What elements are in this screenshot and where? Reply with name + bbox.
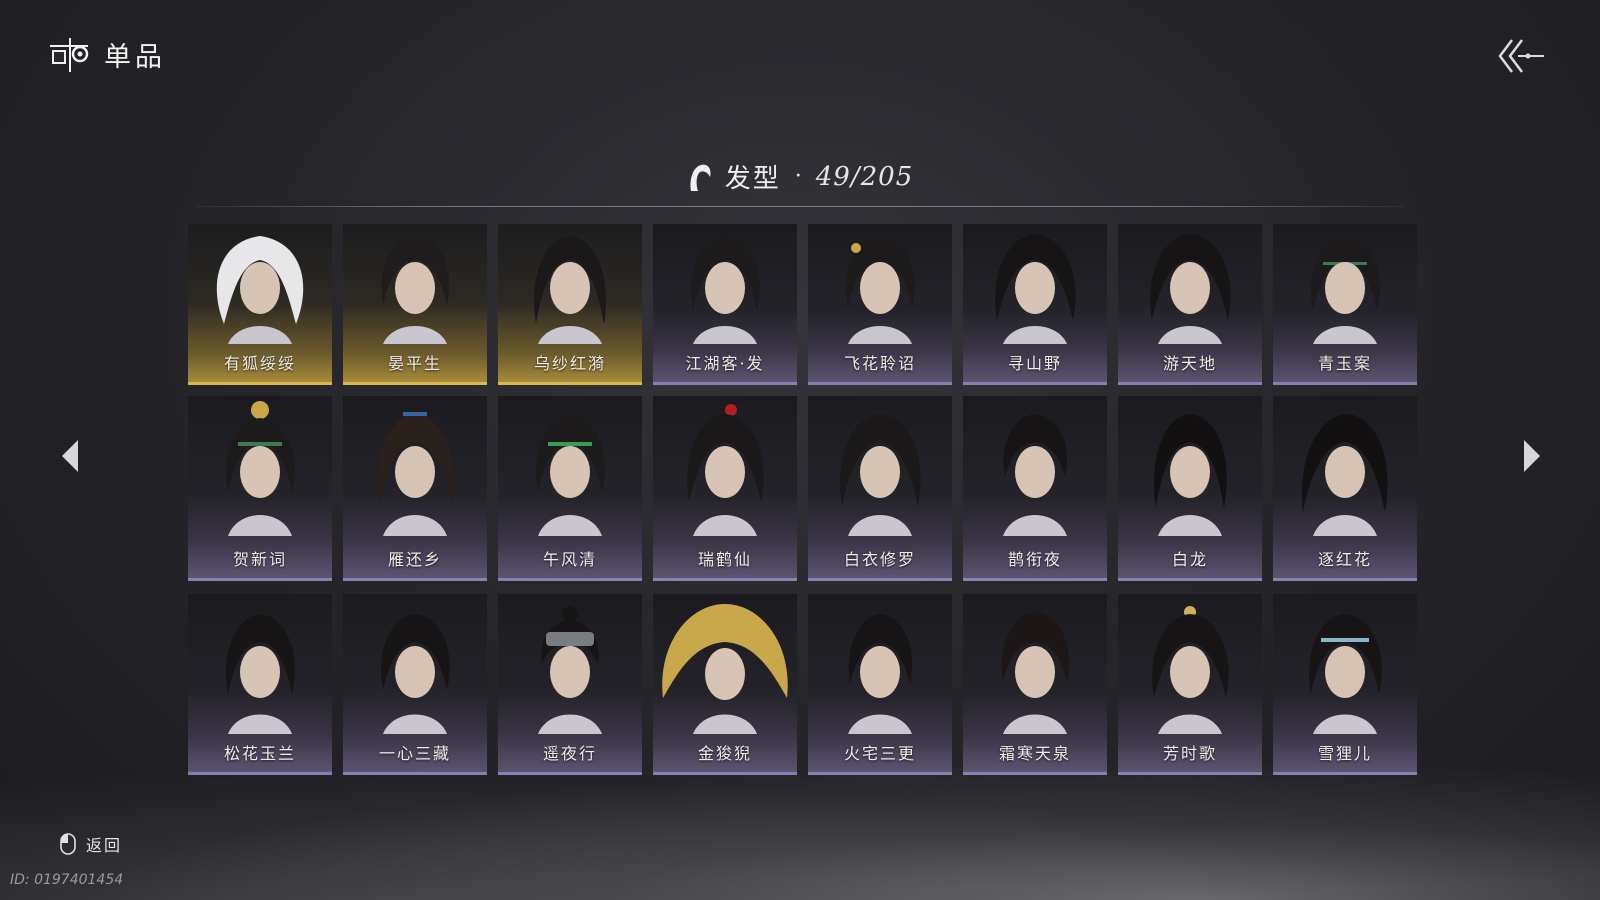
hairstyle-name: 游天地 [1162, 354, 1217, 373]
character-portrait [1150, 234, 1231, 344]
hairstyle-name: 松花玉兰 [223, 744, 296, 763]
hairstyle-card[interactable]: 青玉案 [1273, 224, 1417, 385]
hairstyle-card[interactable]: 火宅三更 [808, 594, 952, 775]
hairstyle-name: 雪狸儿 [1317, 744, 1372, 763]
character-portrait [226, 401, 295, 536]
character-portrait [1302, 414, 1388, 536]
character-portrait [995, 234, 1076, 344]
hairstyle-card[interactable]: 一心三藏 [343, 594, 487, 775]
hairstyle-card[interactable]: 金狻猊 [653, 594, 797, 775]
user-id: ID: 0197401454 [10, 872, 124, 888]
hairstyle-card[interactable]: 遥夜行 [498, 594, 642, 775]
hairstyle-name: 金狻猊 [697, 744, 752, 763]
category-header: 发型 · 49/205 [0, 158, 1600, 195]
hairstyle-name: 贺新词 [232, 550, 287, 569]
hairstyle-name: 午风清 [542, 550, 597, 569]
hairstyle-name: 霜寒天泉 [998, 744, 1071, 763]
character-portrait [687, 404, 764, 536]
hairstyle-name: 江湖客·发 [685, 354, 765, 373]
hairstyle-card[interactable]: 晏平生 [343, 224, 487, 385]
hairstyle-name: 雁还乡 [387, 550, 442, 569]
hairstyle-name: 白衣修罗 [843, 550, 916, 569]
character-portrait [1311, 236, 1380, 344]
character-portrait [1152, 606, 1229, 734]
hairstyle-card[interactable]: 逐红花 [1273, 396, 1417, 581]
hairstyle-card[interactable]: 有狐绥绥 [188, 224, 332, 385]
character-portrait [538, 606, 602, 734]
character-portrait [846, 236, 915, 344]
character-portrait [534, 236, 606, 344]
character-portrait [216, 236, 304, 344]
hairstyle-card[interactable]: 雁还乡 [343, 396, 487, 581]
character-portrait [536, 414, 605, 536]
return-hint[interactable]: 返回 [60, 832, 122, 856]
hairstyle-name: 白龙 [1171, 550, 1208, 569]
hairstyle-name: 鹊衔夜 [1007, 550, 1062, 569]
hairstyle-card[interactable]: 游天地 [1118, 224, 1262, 385]
hairstyle-card[interactable]: 寻山野 [963, 224, 1107, 385]
hairstyle-name: 晏平生 [387, 354, 442, 373]
hairstyle-card[interactable]: 鹊衔夜 [963, 396, 1107, 581]
page-title: 单品 [104, 41, 166, 73]
character-portrait [848, 614, 913, 734]
hairstyle-card[interactable]: 瑞鹤仙 [653, 396, 797, 581]
return-label: 返回 [86, 836, 123, 855]
hairstyle-name: 遥夜行 [542, 744, 597, 763]
hairstyle-name: 一心三藏 [378, 744, 451, 763]
hairstyle-card[interactable]: 江湖客·发 [653, 224, 797, 385]
hairstyle-name: 寻山野 [1007, 354, 1062, 373]
hairstyle-name: 青玉案 [1317, 354, 1372, 373]
hairstyle-name: 芳时歌 [1162, 744, 1217, 763]
character-portrait [1003, 414, 1068, 536]
grid-row-2: 贺新词 雁还乡 午风清 瑞鹤仙 白衣修罗 鹊衔夜 白龙 逐红花 [188, 396, 1417, 581]
character-portrait [377, 412, 454, 536]
character-portrait [662, 604, 788, 734]
hairstyle-name: 火宅三更 [843, 744, 916, 763]
arrow-right-icon[interactable] [1520, 436, 1544, 476]
grid-row-1: 有狐绥绥 晏平生 乌纱红漪 江湖客·发 飞花聆诏 寻山野 游天地 青玉案 [188, 224, 1417, 385]
mouse-icon [60, 833, 76, 855]
hairstyle-name: 逐红花 [1317, 550, 1372, 569]
grid-row-3: 松花玉兰 一心三藏 遥夜行 金狻猊 火宅三更 霜寒天泉 芳时歌 雪狸儿 [188, 594, 1417, 775]
hairstyle-name: 有狐绥绥 [223, 354, 296, 373]
category-separator: · [794, 164, 802, 189]
page-header: 单品 [48, 34, 166, 74]
collection-count: 49/205 [815, 161, 914, 192]
hairstyle-name: 瑞鹤仙 [697, 550, 752, 569]
character-portrait [1001, 612, 1070, 734]
hairstyle-card[interactable]: 松花玉兰 [188, 594, 332, 775]
title-divider [196, 206, 1404, 207]
hair-icon [690, 164, 711, 191]
character-portrait [1154, 414, 1227, 536]
character-portrait [226, 614, 295, 734]
double-chevron-back-icon[interactable] [1496, 36, 1546, 76]
arrow-left-icon[interactable] [58, 436, 82, 476]
character-portrait [840, 414, 921, 536]
hairstyle-card[interactable]: 白衣修罗 [808, 396, 952, 581]
gift-lantern-icon [50, 38, 89, 72]
hairstyle-card[interactable]: 白龙 [1118, 396, 1262, 581]
character-portrait [381, 614, 450, 734]
category-label: 发型 [724, 164, 781, 194]
character-portrait [691, 236, 760, 344]
hairstyle-card[interactable]: 贺新词 [188, 396, 332, 581]
hairstyle-name: 飞花聆诏 [843, 354, 916, 373]
hairstyle-card[interactable]: 乌纱红漪 [498, 224, 642, 385]
character-portrait [1309, 614, 1382, 734]
hairstyle-card[interactable]: 霜寒天泉 [963, 594, 1107, 775]
hairstyle-card[interactable]: 芳时歌 [1118, 594, 1262, 775]
hairstyle-card[interactable]: 午风清 [498, 396, 642, 581]
hairstyle-card[interactable]: 雪狸儿 [1273, 594, 1417, 775]
character-portrait [381, 236, 450, 344]
hairstyle-card[interactable]: 飞花聆诏 [808, 224, 952, 385]
hairstyle-name: 乌纱红漪 [533, 354, 606, 373]
